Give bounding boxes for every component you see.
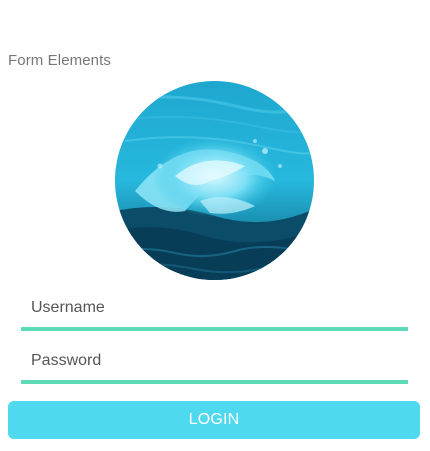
password-underline [21,380,408,384]
username-placeholder[interactable]: Username [31,299,105,317]
password-placeholder[interactable]: Password [31,352,101,370]
password-field[interactable]: Password [21,349,408,389]
avatar-image [115,81,314,280]
login-button[interactable]: LOGIN [8,401,420,439]
ocean-wave-illustration [115,81,314,280]
username-underline [21,327,408,331]
username-field[interactable]: Username [21,296,408,336]
section-title: Form Elements [8,52,111,69]
